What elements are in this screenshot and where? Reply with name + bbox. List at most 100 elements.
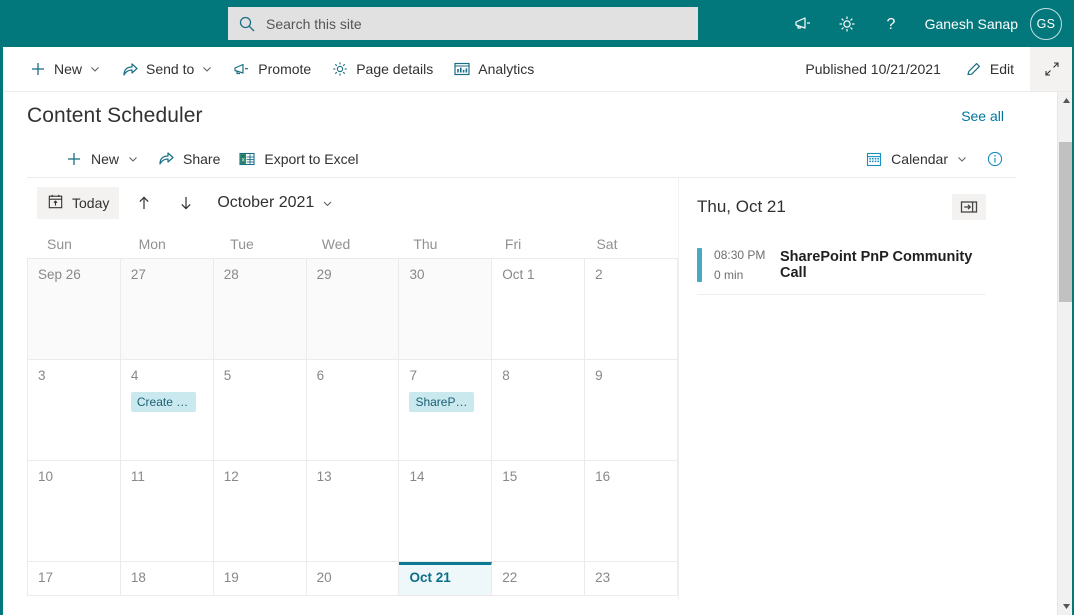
calendar-day-cell[interactable]: 18 (120, 562, 214, 596)
chevron-down-icon (201, 63, 213, 75)
content-scheduler-webpart: Content Scheduler See all New Share x Ex… (3, 92, 1040, 615)
view-switcher-calendar[interactable]: Calendar (857, 141, 976, 177)
calendar-day-cell[interactable]: 6 (306, 360, 400, 461)
calendar-day-number: 13 (316, 469, 332, 484)
calendar-icon (865, 150, 883, 168)
analytics-button-label: Analytics (478, 61, 535, 77)
calendar-day-cell[interactable]: 12 (213, 461, 307, 562)
previous-period-button[interactable] (127, 187, 161, 219)
calendar-day-cell[interactable]: 28 (213, 259, 307, 360)
calendar-day-cell[interactable]: 19 (213, 562, 307, 596)
calendar-day-number: 22 (502, 570, 518, 585)
calendar-day-cell[interactable]: 14 (399, 461, 493, 562)
calendar-day-number: 12 (223, 469, 239, 484)
sharepoint-page: ? Ganesh Sanap GS New (0, 0, 1074, 615)
calendar-day-cell[interactable]: 5 (213, 360, 307, 461)
calendar-event-chip[interactable]: Create a ... (130, 392, 196, 412)
share-button[interactable]: Share (149, 141, 228, 177)
calendar-event-chip[interactable]: SharePoin... (409, 392, 475, 412)
calendar-day-cell[interactable]: 16 (585, 461, 679, 562)
collapse-arrows-icon[interactable] (1030, 47, 1074, 91)
calendar-week-row: 3 4 Create a ... 5 6 7 SharePoin... 8 9 (28, 360, 679, 461)
list-toolbar: New Share x Export to Excel Calendar (27, 140, 1016, 178)
gear-icon[interactable] (825, 0, 869, 47)
calendar-week-row: 17 18 19 20 Oct 21 22 23 (28, 562, 679, 596)
calendar-day-cell[interactable]: 27 (120, 259, 214, 360)
dow-mon: Mon (138, 236, 166, 252)
calendar-day-cell[interactable]: 2 (585, 259, 679, 360)
calendar-day-number: 20 (316, 570, 332, 585)
share-icon (121, 60, 139, 78)
calendar-day-cell-selected[interactable]: Oct 21 (399, 562, 493, 596)
list-new-button[interactable]: New (57, 141, 147, 177)
search-box[interactable] (228, 7, 698, 40)
send-to-button[interactable]: Send to (112, 47, 222, 91)
next-period-button[interactable] (169, 187, 203, 219)
help-icon[interactable]: ? (869, 0, 913, 47)
chevron-down-icon (321, 197, 333, 209)
page-details-button[interactable]: Page details (322, 47, 442, 91)
webpart-header: Content Scheduler See all (3, 92, 1040, 134)
today-button[interactable]: Today (37, 187, 120, 219)
month-picker[interactable]: October 2021 (217, 194, 333, 212)
calendar-day-number: 27 (130, 267, 146, 282)
export-to-excel-button[interactable]: x Export to Excel (230, 141, 366, 177)
day-panel-title: Thu, Oct 21 (697, 197, 786, 216)
calendar-day-cell[interactable]: 13 (306, 461, 400, 562)
calendar-day-cell[interactable]: 30 (399, 259, 493, 360)
calendar-day-number: 16 (595, 469, 611, 484)
calendar-day-cell[interactable]: 29 (306, 259, 400, 360)
edit-button[interactable]: Edit (955, 47, 1024, 91)
calendar-day-number: 5 (223, 368, 232, 383)
day-of-week-header: Sun Mon Tue Wed Thu Fri Sat (27, 228, 678, 258)
calendar-day-number: 10 (38, 469, 54, 484)
see-all-link[interactable]: See all (961, 108, 1016, 124)
calendar-day-cell[interactable]: 10 (28, 461, 121, 562)
calendar-day-cell[interactable]: Sep 26 (28, 259, 121, 360)
calendar-day-cell[interactable]: 9 (585, 360, 679, 461)
calendar-day-number: 3 (38, 368, 46, 383)
user-account[interactable]: Ganesh Sanap GS (913, 0, 1062, 47)
today-button-label: Today (72, 195, 110, 211)
calendar-day-cell[interactable]: 23 (585, 562, 679, 596)
calendar-day-cell[interactable]: 7 SharePoin... (399, 360, 493, 461)
calendar-day-cell[interactable]: Oct 1 (492, 259, 586, 360)
chevron-down-icon (956, 153, 968, 165)
calendar-day-cell[interactable]: 22 (492, 562, 586, 596)
page-title: Content Scheduler (27, 104, 203, 127)
calendar-today-icon (47, 193, 64, 213)
calendar-day-number: 29 (316, 267, 332, 282)
calendar-day-cell[interactable]: 20 (306, 562, 400, 596)
published-status: Published 10/21/2021 (805, 61, 941, 77)
calendar-day-cell[interactable]: 8 (492, 360, 586, 461)
calendar-day-cell[interactable]: 17 (28, 562, 121, 596)
calendar-day-number: 18 (130, 570, 146, 585)
list-toolbar-items: New Share x Export to Excel (27, 141, 367, 177)
plus-icon (65, 150, 83, 168)
day-panel-event[interactable]: 08:30 PM 0 min SharePoint PnP Community Ca… (697, 238, 986, 295)
calendar-day-number: 14 (409, 469, 425, 484)
analytics-icon (453, 60, 471, 78)
svg-text:x: x (242, 157, 245, 163)
calendar-day-cell[interactable]: 3 (28, 360, 121, 461)
plus-icon (29, 60, 47, 78)
calendar-day-cell[interactable]: 11 (120, 461, 214, 562)
megaphone-icon[interactable] (781, 0, 825, 47)
pencil-icon (965, 60, 983, 78)
info-icon[interactable] (978, 141, 1012, 177)
calendar-day-cell[interactable]: 4 Create a ... (120, 360, 214, 461)
dow-wed: Wed (321, 236, 351, 252)
gear-icon (331, 60, 349, 78)
calendar-day-number: 4 (130, 368, 139, 383)
promote-button[interactable]: Promote (224, 47, 320, 91)
search-input[interactable] (266, 15, 688, 32)
event-start-time: 08:30 PM (714, 248, 766, 262)
selected-day-panel: Thu, Oct 21 08:30 PM 0 min SharePoint PnP … (678, 178, 1016, 600)
calendar-grid: Sep 26 27 28 29 30 Oct 1 2 3 4 Create a ... 5 6 7 Sha… (27, 258, 679, 596)
calendar-day-cell[interactable]: 15 (492, 461, 586, 562)
dock-panel-icon[interactable] (952, 194, 986, 220)
avatar[interactable]: GS (1030, 7, 1062, 40)
analytics-button[interactable]: Analytics (444, 47, 543, 91)
new-button[interactable]: New (20, 47, 110, 91)
calendar-week-row: 10 11 12 13 14 15 16 (28, 461, 679, 562)
